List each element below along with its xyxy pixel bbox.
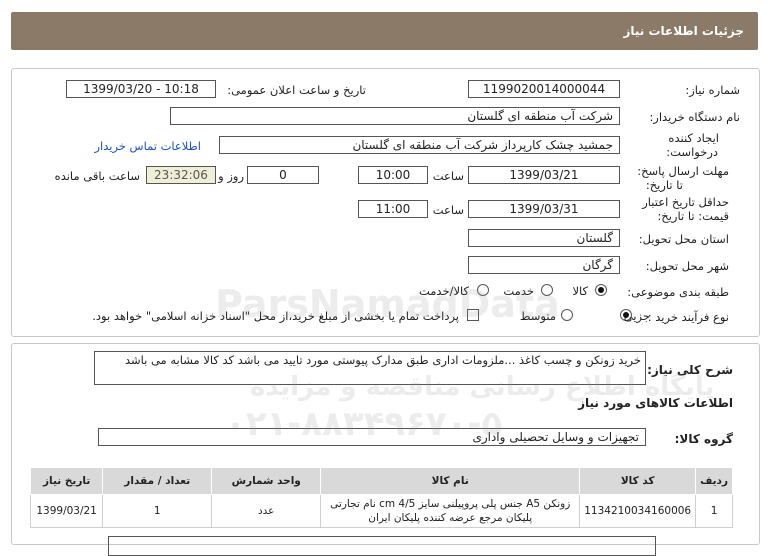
announce-field[interactable]: 1399/03/20 - 10:18 <box>66 80 216 98</box>
reply-deadline-label-2: تا تاریخ: <box>645 178 683 192</box>
remaining-label: ساعت باقی مانده <box>54 169 140 183</box>
process-label: نوع فرآیند خرید : <box>647 310 729 324</box>
reply-time-label: ساعت <box>432 169 464 183</box>
cell-qty: 1 <box>102 494 213 528</box>
reply-deadline-label-1: مهلت ارسال پاسخ: <box>637 164 729 178</box>
col-date: تاریخ نیاز <box>29 467 104 495</box>
province-label: استان محل تحویل: <box>638 232 729 246</box>
cell-code: 1134210034160006 <box>579 494 697 528</box>
validity-label-1: حداقل تاریخ اعتبار <box>642 195 729 209</box>
treasury-checkbox[interactable] <box>467 309 479 321</box>
col-unit: واحد شمارش <box>211 467 322 495</box>
category-label: طبقه بندی موضوعی: <box>627 285 729 299</box>
category-option-goods-service: کالا/خدمت <box>418 284 469 298</box>
category-radio-service[interactable] <box>541 284 553 296</box>
province-field[interactable]: گلستان <box>468 229 620 247</box>
cell-date: 1399/03/21 <box>29 494 104 528</box>
category-radio-goods[interactable] <box>595 284 607 296</box>
process-option-minor: جزیی <box>623 309 650 323</box>
reply-date-field[interactable]: 1399/03/21 <box>468 166 620 184</box>
table-row[interactable]: 1 1134210034160006 زونکن A5 جنس پلی پروپ… <box>29 494 733 528</box>
creator-label-1: ایجاد کننده <box>668 131 719 145</box>
goods-group-field[interactable]: تجهیزات و وسایل تحصیلی واداری <box>98 428 646 446</box>
col-name: نام کالا <box>320 467 581 495</box>
reply-time-field[interactable]: 10:00 <box>358 166 428 184</box>
validity-date-field[interactable]: 1399/03/31 <box>468 200 620 218</box>
days-field[interactable]: 0 <box>247 166 319 184</box>
cell-name: زونکن A5 جنس پلی پروپیلنی سایز cm 4/5 نا… <box>320 494 581 528</box>
need-number-field[interactable]: 1199020014000044 <box>468 80 620 98</box>
contact-buyer-link[interactable]: اطلاعات تماس خریدار <box>94 139 201 153</box>
category-option-service: خدمت <box>503 284 534 298</box>
city-label: شهر محل تحویل: <box>645 259 729 273</box>
col-code: کد کالا <box>579 467 697 495</box>
process-option-medium: متوسط <box>519 309 556 323</box>
description-label: شرح کلی نیاز: <box>647 363 733 377</box>
validity-time-label: ساعت <box>432 203 464 217</box>
category-option-goods: کالا <box>572 284 588 298</box>
table-header-row: ردیف کد کالا نام کالا واحد شمارش تعداد /… <box>29 467 733 495</box>
validity-label-2: قیمت: تا تاریخ: <box>657 209 729 223</box>
page-header: جزئیات اطلاعات نیاز <box>11 12 758 50</box>
buyer-org-field[interactable]: شرکت آب منطقه ای گلستان <box>170 107 620 125</box>
description-box-bottom <box>108 536 656 556</box>
goods-group-label: گروه کالا: <box>674 432 733 446</box>
page-title: جزئیات اطلاعات نیاز <box>623 24 744 38</box>
col-row: ردیف <box>695 467 733 495</box>
goods-section-title: اطلاعات کالاهای مورد نیاز <box>578 396 733 410</box>
goods-table: ردیف کد کالا نام کالا واحد شمارش تعداد /… <box>29 467 733 528</box>
buyer-org-label: نام دستگاه خریدار: <box>649 110 740 124</box>
days-label: روز و <box>218 169 244 183</box>
cell-unit: عدد <box>211 494 322 528</box>
announce-label: تاریخ و ساعت اعلان عمومی: <box>227 83 366 97</box>
payment-note: پرداخت تمام یا بخشی از مبلغ خرید،از محل … <box>92 309 459 323</box>
city-field[interactable]: گرگان <box>468 256 620 274</box>
cell-row: 1 <box>695 494 733 528</box>
need-number-label: شماره نیاز: <box>685 83 740 97</box>
creator-field[interactable]: جمشید چشک کارپرداز شرکت آب منطقه ای گلست… <box>219 136 620 154</box>
process-radio-medium[interactable] <box>561 309 573 321</box>
col-qty: تعداد / مقدار <box>102 467 213 495</box>
category-radio-goods-service[interactable] <box>477 284 489 296</box>
validity-time-field[interactable]: 11:00 <box>358 200 428 218</box>
cell-name-line-1: زونکن A5 جنس پلی پروپیلنی سایز cm 4/5 نا… <box>330 498 571 510</box>
description-box[interactable]: خرید زونکن و چسب کاغذ ...ملزومات اداری ط… <box>94 351 646 385</box>
remaining-timer: 23:32:06 <box>146 166 216 184</box>
cell-name-line-2: پلیکان مرجع عرضه کننده پلیکان ایران <box>368 512 533 524</box>
creator-label-2: درخواست: <box>666 145 718 159</box>
